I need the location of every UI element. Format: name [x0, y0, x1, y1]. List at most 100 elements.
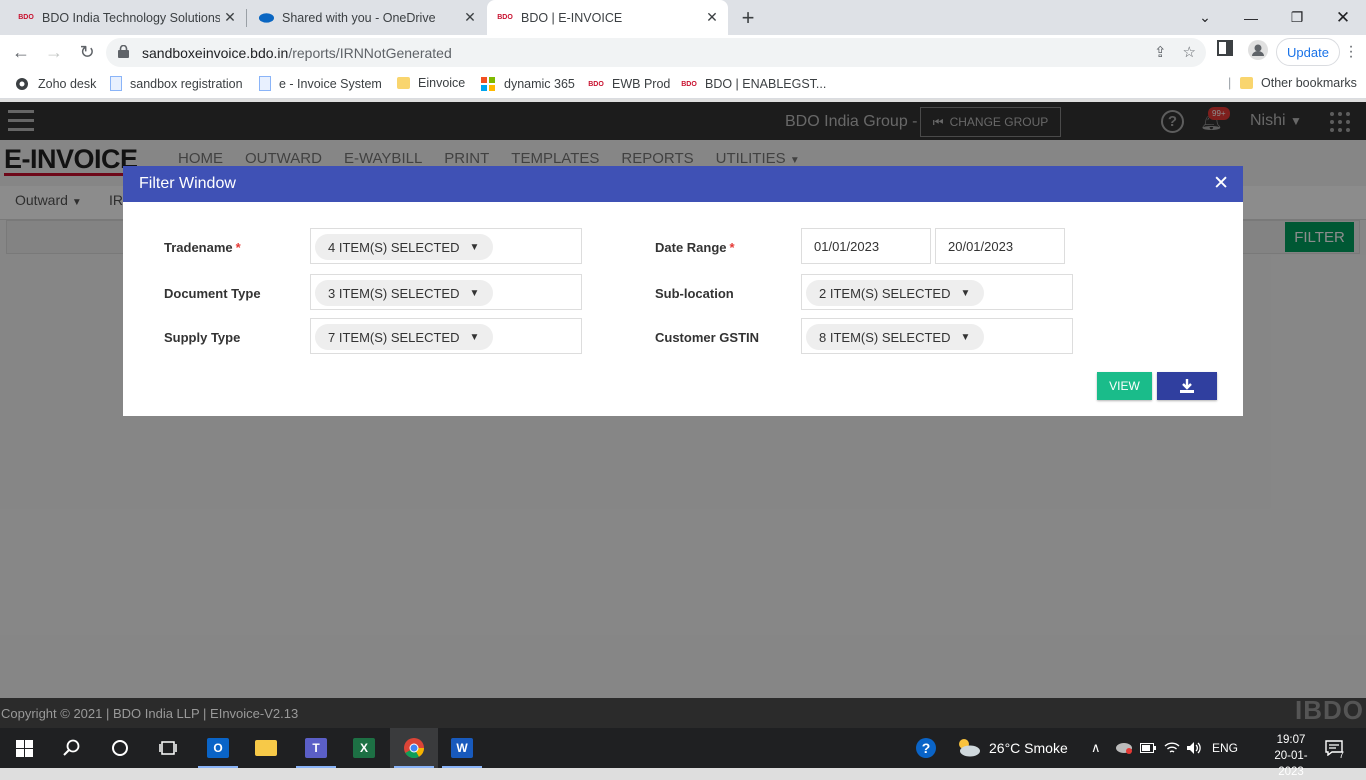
bookmark-item[interactable]: BDO EWB Prod — [588, 76, 670, 92]
bookmark-item[interactable]: Zoho desk — [14, 76, 96, 92]
browser-tab[interactable]: Shared with you - OneDrive ✕ — [248, 0, 486, 35]
bdo-favicon: BDO — [681, 80, 697, 88]
required-marker: * — [729, 240, 735, 255]
bdo-footer-logo: IBDO — [1295, 695, 1364, 725]
window-close-icon[interactable]: ✕ — [1320, 0, 1366, 35]
bookmark-star-icon[interactable]: ☆ — [1183, 43, 1196, 61]
caret-down-icon: ▼ — [960, 331, 971, 343]
address-bar[interactable]: sandboxeinvoice.bdo.in/reports/IRNNotGen… — [106, 38, 1206, 67]
profile-avatar[interactable] — [1248, 40, 1268, 60]
bookmark-label: Einvoice — [418, 76, 466, 90]
label-text: Date Range — [655, 240, 727, 255]
reload-icon[interactable]: ↻ — [76, 41, 98, 63]
restore-icon[interactable]: ❐ — [1274, 0, 1320, 35]
word-icon[interactable]: W — [438, 728, 486, 768]
customer-gstin-select[interactable]: 8 ITEM(S) SELECTED ▼ — [801, 318, 1073, 354]
windows-taskbar: O T X W ? 26°C Smoke ∧ ENG 19:07 20-01-2… — [0, 728, 1366, 778]
tab-search-icon[interactable]: ⌄ — [1182, 0, 1228, 35]
onedrive-tray-icon[interactable] — [1115, 728, 1133, 768]
windows-start-icon[interactable] — [0, 728, 48, 768]
bookmark-item[interactable]: dynamic 365 — [480, 76, 575, 92]
bookmark-label: BDO | ENABLEGST... — [705, 77, 827, 91]
tradename-label: Tradename * — [164, 240, 241, 255]
bookmarks-bar: Zoho desk sandbox registration e - Invoi… — [0, 69, 1366, 99]
download-button[interactable] — [1157, 372, 1217, 400]
bookmark-item[interactable]: sandbox registration — [110, 76, 243, 91]
sub-location-select[interactable]: 2 ITEM(S) SELECTED ▼ — [801, 274, 1073, 310]
modal-backdrop-header — [0, 102, 1366, 140]
language-indicator[interactable]: ENG — [1212, 728, 1238, 768]
date-to-input[interactable]: 20/01/2023 — [935, 228, 1065, 264]
selection-chip[interactable]: 2 ITEM(S) SELECTED ▼ — [806, 280, 985, 306]
doc-icon — [259, 76, 271, 91]
label-text: Tradename — [164, 240, 233, 255]
minimize-icon[interactable]: — — [1228, 0, 1274, 35]
url-path: /reports/IRNNotGenerated — [288, 44, 452, 61]
side-panel-icon[interactable] — [1217, 40, 1233, 56]
clock[interactable]: 19:07 20-01-2023 — [1262, 732, 1320, 780]
bookmark-item[interactable]: Other bookmarks — [1240, 76, 1357, 90]
svg-text:?: ? — [922, 740, 931, 756]
selection-chip[interactable]: 3 ITEM(S) SELECTED ▼ — [315, 280, 494, 306]
outlook-icon[interactable]: O — [194, 728, 242, 768]
forward-icon[interactable]: → — [43, 41, 65, 63]
file-explorer-icon[interactable] — [242, 728, 290, 768]
supply-type-label: Supply Type — [164, 330, 241, 345]
notification-center-icon[interactable]: 7 — [1325, 728, 1344, 768]
globe-icon — [14, 76, 30, 92]
caret-down-icon: ▼ — [469, 241, 480, 253]
copyright-text: Copyright © 2021 | BDO India LLP | EInvo… — [1, 706, 299, 721]
bookmark-label: dynamic 365 — [504, 77, 575, 91]
battery-icon[interactable] — [1140, 728, 1156, 768]
app-footer: Copyright © 2021 | BDO India LLP | EInvo… — [0, 695, 1366, 728]
folder-icon — [1240, 77, 1253, 89]
menu-icon[interactable]: · · · — [1346, 39, 1356, 65]
browser-tabstrip: BDO BDO India Technology Solutions ✕ Sha… — [0, 0, 1366, 35]
selection-chip[interactable]: 8 ITEM(S) SELECTED ▼ — [806, 324, 985, 350]
selection-chip[interactable]: 7 ITEM(S) SELECTED ▼ — [315, 324, 494, 350]
bookmark-item[interactable]: e - Invoice System — [259, 76, 382, 91]
close-icon[interactable]: ✕ — [460, 9, 480, 26]
browser-tab[interactable]: BDO BDO India Technology Solutions ✕ — [0, 0, 246, 35]
share-icon[interactable]: ⇪ — [1154, 43, 1167, 61]
new-tab-icon[interactable]: + — [738, 5, 758, 31]
document-type-label: Document Type — [164, 286, 261, 301]
close-icon[interactable]: ✕ — [1213, 172, 1229, 195]
url-host: sandboxeinvoice.bdo.in — [142, 44, 289, 61]
close-icon[interactable]: ✕ — [702, 9, 722, 26]
chip-label: 4 ITEM(S) SELECTED — [328, 239, 460, 255]
update-button[interactable]: Update — [1276, 38, 1340, 66]
supply-type-select[interactable]: 7 ITEM(S) SELECTED ▼ — [310, 318, 582, 354]
browser-tab-active[interactable]: BDO BDO | E-INVOICE ✕ — [487, 0, 728, 35]
lock-icon — [118, 44, 136, 61]
caret-down-icon: ▼ — [469, 287, 480, 299]
bookmark-label: Zoho desk — [38, 77, 97, 91]
back-icon[interactable]: ← — [10, 41, 32, 63]
caret-down-icon: ▼ — [469, 331, 480, 343]
cortana-icon[interactable] — [96, 728, 144, 768]
excel-icon[interactable]: X — [340, 728, 388, 768]
view-button[interactable]: VIEW — [1097, 372, 1152, 400]
bookmark-label: e - Invoice System — [279, 76, 382, 91]
close-icon[interactable]: ✕ — [220, 9, 240, 26]
teams-icon[interactable]: T — [292, 728, 340, 768]
bookmark-item[interactable]: Einvoice — [397, 76, 465, 90]
volume-icon[interactable] — [1186, 728, 1202, 768]
tradename-select[interactable]: 4 ITEM(S) SELECTED ▼ — [310, 228, 582, 264]
selection-chip[interactable]: 4 ITEM(S) SELECTED ▼ — [315, 234, 494, 260]
bookmark-item[interactable]: BDO BDO | ENABLEGST... — [681, 76, 826, 92]
task-view-icon[interactable] — [144, 728, 192, 768]
modal-header: Filter Window ✕ — [123, 166, 1243, 202]
document-type-select[interactable]: 3 ITEM(S) SELECTED ▼ — [310, 274, 582, 310]
search-icon[interactable] — [48, 728, 96, 768]
chrome-icon[interactable] — [390, 728, 438, 768]
wifi-icon[interactable] — [1164, 728, 1180, 768]
chip-label: 7 ITEM(S) SELECTED — [328, 329, 460, 345]
bookmark-label: Other bookmarks — [1261, 76, 1357, 90]
show-hidden-icons[interactable]: ∧ — [1091, 728, 1101, 768]
date-from-input[interactable]: 01/01/2023 — [801, 228, 931, 264]
modal-title: Filter Window — [139, 175, 236, 192]
required-marker: * — [235, 240, 241, 255]
weather-widget[interactable]: 26°C Smoke — [955, 728, 1068, 768]
help-tray-icon[interactable]: ? — [915, 728, 937, 768]
